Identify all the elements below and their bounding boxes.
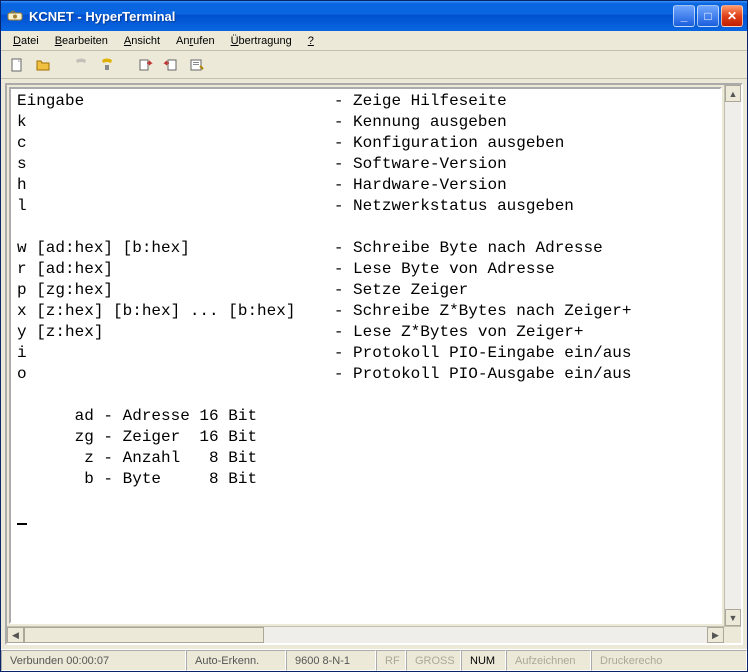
vertical-scrollbar[interactable]: ▲ ▼ [724, 85, 741, 626]
receive-icon[interactable] [161, 55, 181, 75]
new-icon[interactable] [7, 55, 27, 75]
vscroll-track[interactable] [725, 102, 741, 609]
titlebar[interactable]: KCNET - HyperTerminal _ □ ✕ [1, 1, 747, 31]
send-icon[interactable] [135, 55, 155, 75]
horizontal-scrollbar[interactable]: ◀ ▶ [7, 626, 741, 643]
menu-bearbeiten[interactable]: Bearbeiten [47, 33, 116, 49]
statusbar: Verbunden 00:00:07 Auto-Erkenn. 9600 8-N… [1, 649, 747, 671]
scroll-down-icon[interactable]: ▼ [725, 609, 741, 626]
toolbar [1, 51, 747, 79]
content-frame: Eingabe - Zeige Hilfeseite k - Kennung a… [5, 83, 743, 645]
hscroll-thumb[interactable] [24, 627, 264, 643]
hangup-icon[interactable] [97, 55, 117, 75]
terminal-cursor [17, 523, 27, 525]
menubar: Datei Bearbeiten Ansicht Anrufen Übertra… [1, 31, 747, 51]
hscroll-track[interactable] [24, 627, 707, 643]
status-rf: RF [376, 650, 406, 671]
close-button[interactable]: ✕ [721, 5, 743, 27]
menu-uebertragung[interactable]: Übertragung [223, 33, 300, 49]
app-icon [7, 8, 23, 24]
status-port: 9600 8-N-1 [286, 650, 376, 671]
minimize-button[interactable]: _ [673, 5, 695, 27]
terminal-output[interactable]: Eingabe - Zeige Hilfeseite k - Kennung a… [9, 87, 722, 624]
status-connected: Verbunden 00:00:07 [1, 650, 186, 671]
status-caps: GROSS [406, 650, 461, 671]
status-num: NUM [461, 650, 506, 671]
application-window: KCNET - HyperTerminal _ □ ✕ Datei Bearbe… [0, 0, 748, 672]
window-title: KCNET - HyperTerminal [29, 9, 673, 24]
menu-ansicht[interactable]: Ansicht [116, 33, 168, 49]
menu-datei[interactable]: Datei [5, 33, 47, 49]
status-record: Aufzeichnen [506, 650, 591, 671]
scroll-corner [724, 627, 741, 643]
status-autodetect: Auto-Erkenn. [186, 650, 286, 671]
properties-icon[interactable] [187, 55, 207, 75]
scroll-right-icon[interactable]: ▶ [707, 627, 724, 643]
maximize-button[interactable]: □ [697, 5, 719, 27]
menu-help[interactable]: ? [300, 33, 322, 49]
scroll-left-icon[interactable]: ◀ [7, 627, 24, 643]
scroll-up-icon[interactable]: ▲ [725, 85, 741, 102]
phone-icon[interactable] [71, 55, 91, 75]
open-icon[interactable] [33, 55, 53, 75]
menu-anrufen[interactable]: Anrufen [168, 33, 223, 49]
status-printecho: Druckerecho [591, 650, 747, 671]
